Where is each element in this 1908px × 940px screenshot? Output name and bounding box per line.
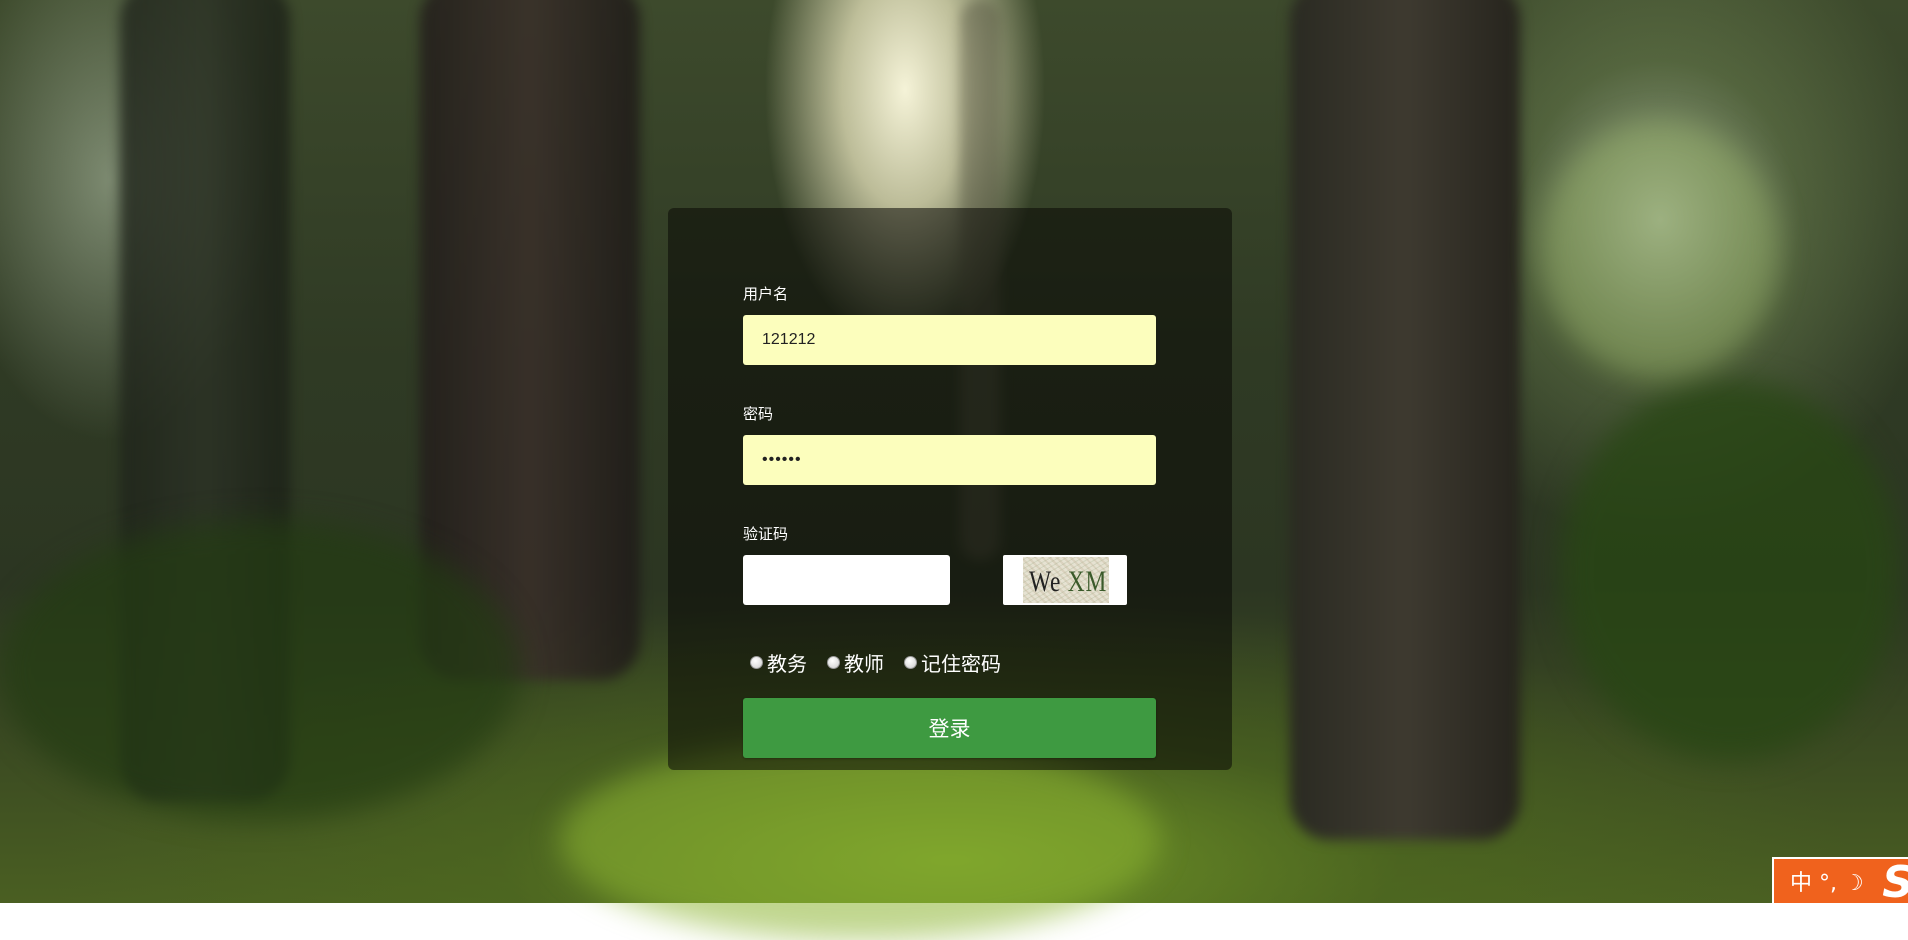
role-option-academic-affairs[interactable]: 教务 [750,648,807,677]
role-option-teacher[interactable]: 教师 [827,648,884,677]
sogou-logo-icon: S [1882,859,1908,903]
ime-status-bar[interactable]: 中 °, ☽ S [1772,857,1908,903]
role-option-label: 教师 [844,654,884,676]
background-foliage [1540,120,1780,380]
remember-password-option[interactable]: 记住密码 [904,648,1001,677]
captcha-label: 验证码 [743,526,789,543]
login-panel: 用户名 密码 验证码 We XM 教务 教师 记住密码 登录 [668,208,1232,770]
background-tree [1290,0,1520,840]
background-foliage [1560,380,1900,760]
ime-indicator[interactable]: 中 °, ☽ [1774,865,1864,897]
radio-icon[interactable] [750,656,763,669]
captcha-noise: We XM [1023,557,1109,603]
role-option-label: 教务 [767,654,807,676]
password-input[interactable] [743,435,1156,485]
radio-icon[interactable] [827,656,840,669]
background-foliage [0,520,520,820]
captcha-text-part: We [1029,565,1062,598]
username-input[interactable] [743,315,1156,365]
captcha-text: We XM [1029,565,1107,599]
captcha-text-part: XM [1061,565,1108,598]
password-label: 密码 [743,406,774,423]
login-button[interactable]: 登录 [743,698,1156,758]
login-options: 教务 教师 记住密码 [750,648,1021,677]
captcha-image[interactable]: We XM [1003,555,1127,605]
background-grass [560,740,1160,940]
captcha-input[interactable] [743,555,950,605]
remember-password-label: 记住密码 [921,654,1001,676]
username-label: 用户名 [743,286,789,303]
radio-icon[interactable] [904,656,917,669]
